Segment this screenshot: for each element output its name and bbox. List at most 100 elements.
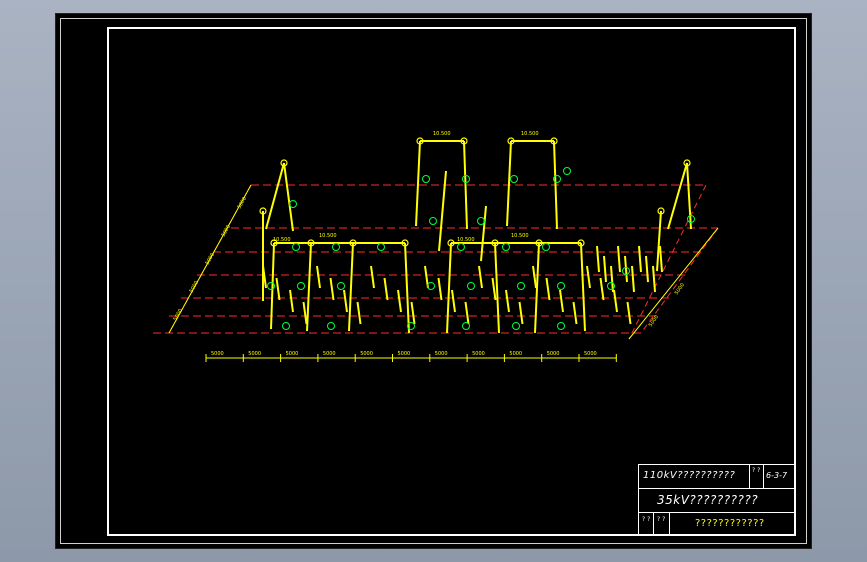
dimension-line-right [628, 227, 719, 340]
bottom-dimension-label: 5000 [398, 351, 411, 357]
insulator-stroke [451, 289, 456, 313]
insulator-stroke [329, 277, 335, 301]
title-block-row-1: 110kV?????????? ? ? 6-3-7 [639, 465, 795, 489]
bottom-dimension-label: 5000 [211, 351, 224, 357]
insulator-stroke [638, 245, 642, 273]
gantry-post [348, 242, 354, 332]
gantry-post [306, 242, 312, 332]
beam-height-tag: 10.500 [319, 233, 337, 239]
insulator-stroke [626, 301, 632, 325]
insulator-stroke [617, 245, 621, 273]
numbered-marker [337, 282, 345, 290]
side-dimension-label: 5000 [173, 308, 185, 322]
numbered-marker [542, 243, 550, 251]
insulator-stroke [275, 277, 281, 301]
gantry-post [446, 242, 452, 334]
insulator-stroke [316, 265, 321, 289]
side-dimension-label: 5000 [189, 280, 201, 294]
gantry-post [463, 140, 468, 230]
bottom-dimension-label: 5000 [286, 351, 299, 357]
numbered-marker [517, 282, 525, 290]
beam-height-tag: 10.500 [521, 131, 539, 137]
title-block-divider [669, 513, 670, 535]
gantry-post [283, 162, 294, 232]
bottom-dimension-label: 5000 [248, 351, 261, 357]
insulator-stroke [645, 255, 649, 283]
insulator-stroke [437, 277, 443, 301]
title-block-row-2: 35kV?????????? [639, 488, 795, 513]
bottom-dimension-label: 5000 [509, 351, 522, 357]
insulator-stroke [624, 255, 628, 283]
title-block-divider [653, 513, 654, 535]
insulator-stroke [613, 289, 618, 313]
insulator-stroke [505, 289, 510, 313]
beam-height-tag: 10.500 [273, 237, 291, 243]
insulator-stroke [599, 277, 605, 301]
insulator-stroke [289, 289, 294, 313]
gantry-post [415, 140, 421, 227]
numbered-marker [462, 322, 470, 330]
bottom-dimension-label: 5000 [472, 351, 485, 357]
side-dimension-label: 5000 [205, 252, 217, 266]
dimension-labels: 5000 5000 5000 5000 5000 5000 5000 5000 5000 5000… [173, 131, 686, 357]
insulator-stroke [631, 265, 635, 293]
insulator-stroke [518, 301, 524, 325]
insulator-stroke [302, 301, 308, 325]
insulator-stroke [370, 265, 375, 289]
side-dimension-label: 5000 [237, 196, 249, 210]
numbered-marker [457, 243, 465, 251]
bottom-dimension-label: 5000 [323, 351, 336, 357]
numbered-marker [282, 322, 290, 330]
title-block: 110kV?????????? ? ? 6-3-7 35kV??????????… [638, 464, 796, 536]
insulator-stroke [532, 265, 537, 289]
numbered-marker [292, 243, 300, 251]
beam-height-tag: 10.500 [457, 237, 475, 243]
bottom-dimension-label: 5000 [360, 351, 373, 357]
gantry-post [438, 170, 447, 252]
title-block-divider [763, 465, 764, 488]
insulator-stroke [464, 301, 470, 325]
insulator-stroke [596, 245, 600, 273]
side-dimension-label: 5000 [674, 282, 686, 296]
insulator-stroke [603, 255, 607, 283]
gantry-post [265, 162, 285, 230]
numbered-marker [429, 217, 437, 225]
bottom-dimension-label: 5000 [435, 351, 448, 357]
insulator-stroke [610, 265, 614, 293]
numbered-marker [557, 282, 565, 290]
dimension-lines [168, 184, 719, 362]
insulator-stroke [545, 277, 551, 301]
numbered-marker [467, 282, 475, 290]
drawing-title-35kv: 35kV?????????? [657, 493, 759, 507]
drawing-title-110kv: 110kV?????????? [643, 470, 736, 481]
drawing-viewport[interactable]: 5000 5000 5000 5000 5000 5000 5000 5000 5000 5000… [55, 13, 812, 549]
title-block-divider [749, 465, 750, 488]
drawing-code: 6-3-7 [766, 471, 788, 480]
bottom-dimension-label: 5000 [584, 351, 597, 357]
title-block-row-3: ? ? ? ? ???????????? [639, 513, 795, 535]
numbered-marker [289, 200, 297, 208]
beam-height-tag: 10.500 [511, 233, 529, 239]
insulator-stroke [397, 289, 402, 313]
insulator-stroke [586, 265, 591, 289]
insulator-stroke [652, 265, 656, 293]
numbered-marker [512, 322, 520, 330]
numbered-marker [477, 217, 485, 225]
numbered-marker [563, 167, 571, 175]
insulator-stroke [478, 265, 483, 289]
title-block-corner-mark: ? ? [657, 516, 666, 523]
title-block-corner-mark: ? ? [642, 516, 651, 523]
gantry-post [667, 162, 688, 230]
gantry-post [580, 242, 586, 332]
insulator-stroke [383, 277, 389, 301]
drawing-subtitle: ???????????? [695, 518, 765, 529]
side-dimension-label: 5000 [221, 224, 233, 238]
numbered-marker [327, 322, 335, 330]
insulator-stroke [559, 289, 564, 313]
numbered-marker [502, 243, 510, 251]
insulator-stroke [659, 245, 663, 273]
insulator-stroke [491, 277, 497, 301]
beam-height-tag: 10.500 [433, 131, 451, 137]
gantry-post [506, 140, 512, 227]
title-block-sheet-mark: ? ? [752, 467, 761, 474]
